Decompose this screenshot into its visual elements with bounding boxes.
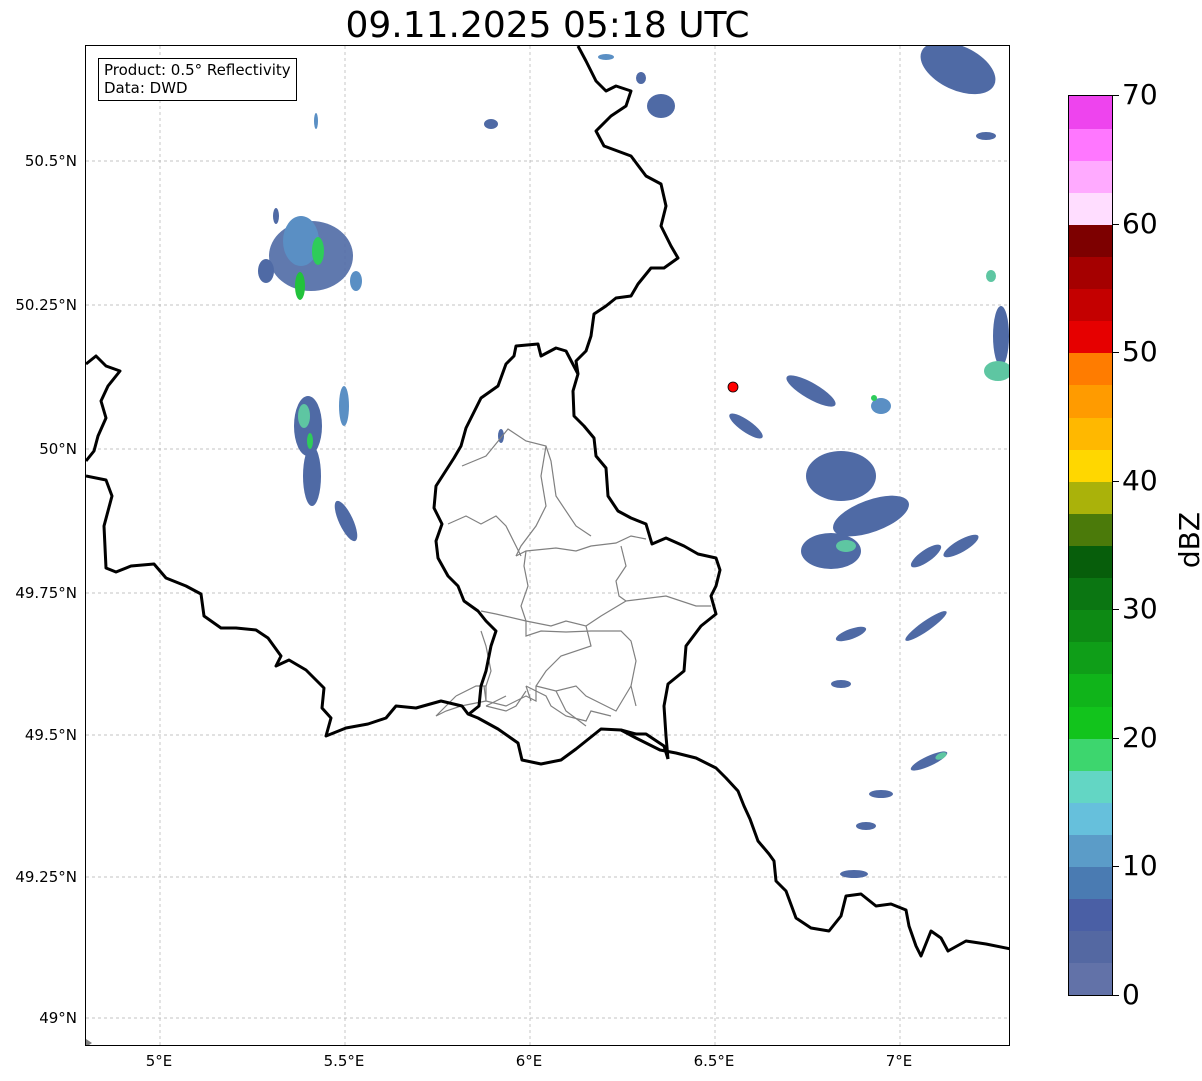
radar-echoes — [258, 46, 1009, 878]
colorbar-segment — [1069, 513, 1112, 546]
colorbar-tick-label: 40 — [1122, 463, 1158, 497]
colorbar-tick-mark — [1113, 609, 1119, 611]
colorbar-segment — [1069, 641, 1112, 675]
echo-cell-northwest — [258, 208, 362, 300]
lat-label: 50.5°N — [24, 152, 77, 170]
colorbar-tick-label: 70 — [1122, 78, 1158, 111]
colorbar-segment — [1069, 352, 1112, 386]
echo-small — [636, 72, 646, 84]
colorbar-tick-mark — [1113, 737, 1119, 739]
lat-label: 49.5°N — [24, 726, 77, 744]
lat-label: 50.25°N — [15, 296, 77, 314]
echo-cell-northeast — [920, 46, 1009, 381]
colorbar-segment — [1069, 481, 1112, 514]
echo-cell-east — [729, 375, 979, 878]
lat-label: 49°N — [39, 1009, 77, 1027]
colorbar-segment — [1069, 770, 1112, 803]
product-label: Product: 0.5° Reflectivity — [104, 61, 291, 79]
colorbar-segment — [1069, 384, 1112, 418]
lon-label: 6°E — [515, 1052, 543, 1070]
colorbar-label: dBZ — [1173, 511, 1202, 569]
echo-cell-west — [294, 386, 358, 542]
colorbar-segment — [1069, 866, 1112, 900]
colorbar-segment — [1069, 288, 1112, 322]
colorbar-tick-mark — [1113, 995, 1119, 996]
colorbar-tick-label: 0 — [1122, 978, 1140, 1011]
gridlines — [86, 46, 1009, 1045]
colorbar-segment — [1069, 577, 1112, 611]
colorbar-tick-label: 50 — [1122, 335, 1158, 369]
lon-label: 7°E — [885, 1052, 913, 1070]
colorbar-segment — [1069, 545, 1112, 579]
colorbar-segment — [1069, 898, 1112, 932]
colorbar-segment — [1069, 160, 1112, 193]
radar-map[interactable]: Product: 0.5° Reflectivity Data: DWD — [85, 45, 1010, 1046]
colorbar-tick-mark — [1113, 480, 1119, 482]
lat-label: 50°N — [39, 440, 77, 458]
colorbar — [1068, 95, 1113, 996]
colorbar-segment — [1069, 256, 1112, 290]
colorbar-tick-mark — [1113, 95, 1119, 96]
colorbar-segment — [1069, 609, 1112, 643]
lon-label: 5°E — [145, 1052, 173, 1070]
map-canvas — [86, 46, 1009, 1045]
colorbar-segment — [1069, 96, 1112, 129]
colorbar-segment — [1069, 802, 1112, 835]
colorbar-tick-label: 10 — [1122, 849, 1158, 883]
colorbar-tick-mark — [1113, 223, 1119, 225]
echo-small — [647, 94, 675, 118]
map-title: 09.11.2025 05:18 UTC — [345, 5, 750, 46]
colorbar-segment — [1069, 192, 1112, 225]
colorbar-segment — [1069, 738, 1112, 771]
colorbar-segment — [1069, 673, 1112, 707]
product-info-box: Product: 0.5° Reflectivity Data: DWD — [98, 58, 297, 101]
echo-small — [484, 119, 498, 129]
colorbar-segment — [1069, 320, 1112, 354]
lat-label: 49.75°N — [15, 584, 77, 602]
lon-label: 6.5°E — [693, 1052, 735, 1070]
echo-small — [598, 54, 614, 60]
colorbar-tick-mark — [1113, 866, 1119, 868]
colorbar-tick-mark — [1113, 352, 1119, 354]
colorbar-segment — [1069, 417, 1112, 450]
colorbar-segment — [1069, 834, 1112, 868]
colorbar-segment — [1069, 449, 1112, 482]
data-source-label: Data: DWD — [104, 79, 188, 97]
lon-label: 5.5°E — [323, 1052, 365, 1070]
colorbar-segment — [1069, 128, 1112, 161]
colorbar-segment — [1069, 706, 1112, 739]
colorbar-tick-label: 30 — [1122, 592, 1158, 626]
radar-site-marker — [727, 381, 739, 393]
colorbar-tick-label: 20 — [1122, 720, 1158, 754]
echo-small — [314, 113, 318, 129]
colorbar-segment — [1069, 962, 1112, 995]
colorbar-segment — [1069, 930, 1112, 964]
colorbar-tick-label: 60 — [1122, 206, 1158, 240]
lat-label: 49.25°N — [15, 868, 77, 886]
colorbar-segment — [1069, 224, 1112, 258]
